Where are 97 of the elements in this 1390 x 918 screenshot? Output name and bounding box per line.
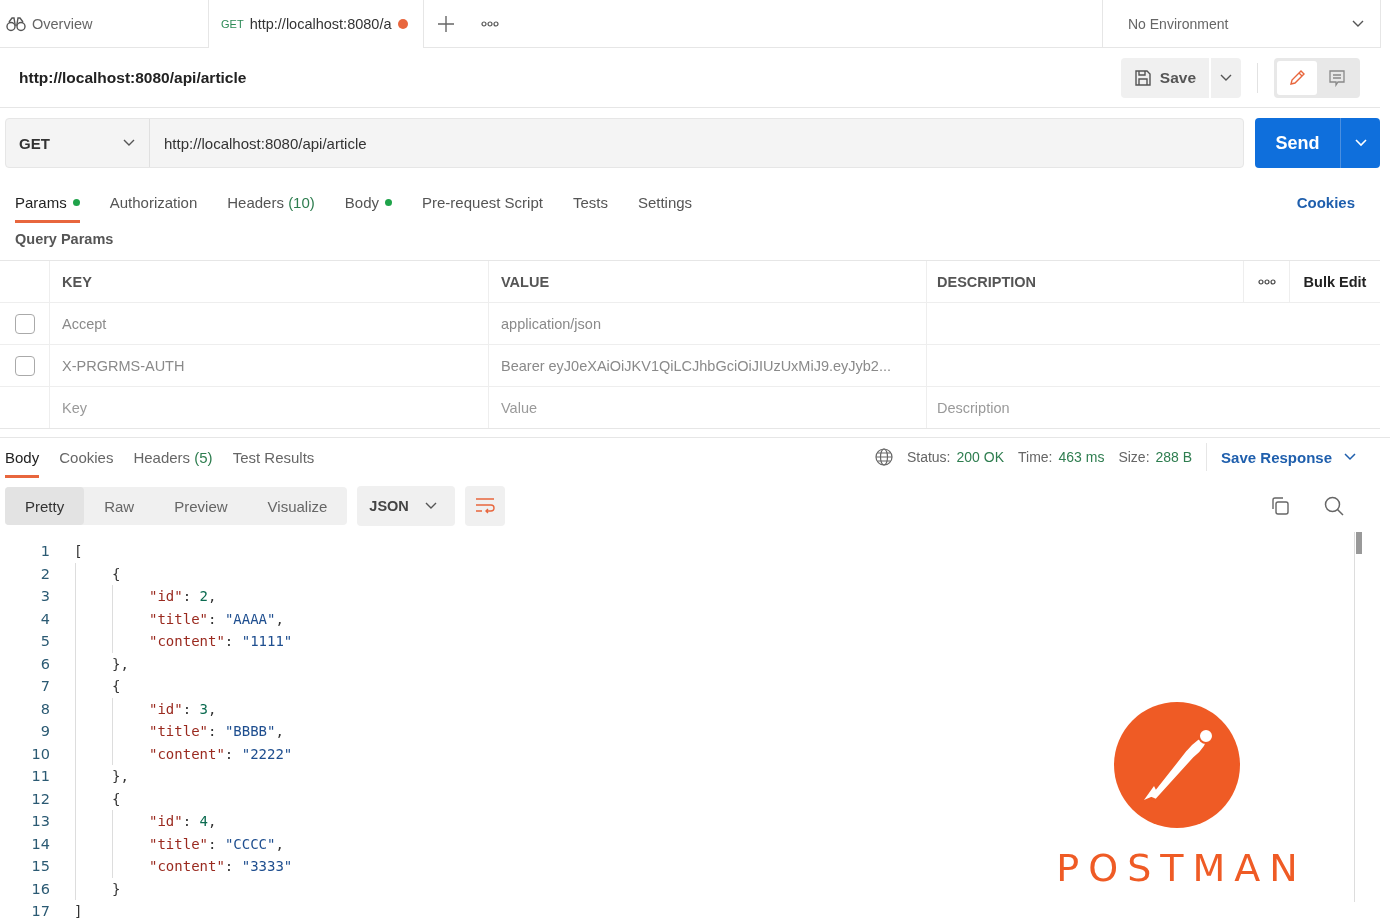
wrap-lines-button[interactable]: [464, 486, 505, 526]
format-select[interactable]: JSON: [357, 486, 455, 526]
view-mode-tab[interactable]: Visualize: [247, 487, 348, 525]
search-icon[interactable]: [1324, 496, 1344, 516]
cookies-link[interactable]: Cookies: [1296, 193, 1355, 211]
comment-icon: [1328, 68, 1346, 87]
save-options-button[interactable]: [1211, 57, 1241, 98]
line-number: 5: [39, 633, 51, 650]
table-cell: application/json: [489, 303, 927, 344]
chevron-down-icon: [1352, 19, 1364, 28]
code-line: },: [112, 768, 129, 785]
line-number: 2: [39, 565, 51, 582]
unsaved-dot: [397, 19, 408, 29]
line-number: 8: [39, 700, 51, 717]
code-line: "title": "AAAA",: [149, 610, 284, 627]
binoculars-icon: [6, 15, 26, 32]
request-tab[interactable]: GET http://localhost:8080/a: [208, 0, 424, 48]
line-number: 15: [30, 858, 51, 875]
environment-select[interactable]: No Environment: [1102, 0, 1380, 47]
code-line: },: [112, 655, 129, 672]
code-line: "id": 3,: [149, 700, 217, 717]
stat-label: Status:: [906, 449, 951, 465]
scrollbar[interactable]: [1354, 532, 1362, 902]
request-section-tab[interactable]: Headers (10): [227, 184, 315, 223]
line-number: 14: [30, 835, 51, 852]
code-line: {: [112, 678, 121, 695]
code-line: {: [112, 565, 121, 582]
line-number: 16: [30, 880, 51, 897]
save-button[interactable]: Save: [1120, 57, 1209, 98]
pencil-icon: [1288, 68, 1306, 87]
request-section-tab[interactable]: Tests: [572, 184, 608, 223]
request-title: http://localhost:8080/api/article: [19, 68, 248, 87]
column-header: DESCRIPTION: [927, 261, 1244, 302]
stat-value: 200 OK: [956, 449, 1004, 465]
code-line: "id": 4,: [149, 813, 217, 830]
line-number: 11: [30, 768, 51, 785]
more-icon[interactable]: [481, 19, 499, 28]
line-number: 17: [30, 903, 51, 918]
globe-icon: [874, 448, 893, 466]
chevron-down-icon: [424, 502, 437, 510]
request-section-tab[interactable]: Authorization: [109, 184, 198, 223]
line-number: 13: [30, 813, 51, 830]
view-mode-tab[interactable]: Preview: [154, 487, 248, 525]
code-line: "title": "CCCC",: [149, 835, 284, 852]
checkbox[interactable]: [14, 313, 35, 334]
line-number: 3: [39, 588, 51, 605]
stat-value: 463 ms: [1058, 449, 1105, 465]
column-header: VALUE: [489, 261, 927, 302]
line-number: 12: [30, 790, 51, 807]
send-button[interactable]: Send: [1255, 118, 1340, 168]
request-section-tab[interactable]: Pre-request Script: [422, 184, 543, 223]
response-tab[interactable]: Headers (5): [133, 440, 213, 478]
view-mode-tab[interactable]: Pretty: [5, 487, 85, 525]
line-number: 4: [39, 610, 51, 627]
column-header: KEY: [50, 261, 489, 302]
line-number: 7: [39, 678, 51, 695]
code-line: [: [74, 543, 83, 560]
line-number: 10: [30, 745, 51, 762]
more-icon[interactable]: [1257, 277, 1276, 286]
wrap-lines-icon: [474, 497, 495, 515]
code-line: ]: [74, 903, 83, 918]
line-number: 6: [39, 655, 51, 672]
save-response-button[interactable]: Save Response: [1221, 448, 1356, 466]
response-tab[interactable]: Test Results: [232, 440, 315, 478]
section-title: Query Params: [14, 230, 115, 249]
stat-label: Size:: [1118, 449, 1150, 465]
copy-icon[interactable]: [1270, 496, 1290, 516]
edit-button[interactable]: [1277, 60, 1317, 95]
table-cell: X-PRGRMS-AUTH: [50, 345, 489, 386]
stat-value: 288 B: [1155, 449, 1193, 465]
request-section-tab[interactable]: Body: [344, 184, 392, 223]
bulk-edit-button[interactable]: Bulk Edit: [1303, 273, 1367, 290]
request-section-tab[interactable]: Params: [15, 184, 80, 223]
send-options-button[interactable]: [1340, 118, 1380, 168]
chevron-down-icon: [1220, 73, 1232, 82]
chevron-down-icon: [1354, 139, 1367, 147]
chevron-down-icon: [1344, 453, 1356, 461]
stat-label: Time:: [1018, 449, 1053, 465]
code-line: "id": 2,: [149, 588, 217, 605]
response-tab[interactable]: Body: [5, 440, 40, 478]
code-line: "content": "1111": [149, 633, 293, 650]
checkbox[interactable]: [14, 355, 35, 376]
request-section-tab[interactable]: Settings: [637, 184, 693, 223]
rocket-logo-icon: [1114, 702, 1240, 828]
code-line: "title": "BBBB",: [149, 723, 284, 740]
plus-icon[interactable]: [437, 14, 455, 33]
response-tab[interactable]: Cookies: [59, 440, 114, 478]
code-line: }: [112, 880, 121, 897]
code-line: "content": "3333": [149, 858, 293, 875]
line-number: 1: [39, 543, 51, 560]
code-line: {: [112, 790, 121, 807]
code-line: "content": "2222": [149, 745, 293, 762]
line-number: 9: [39, 723, 51, 740]
logo-text: POSTMAN: [1056, 846, 1307, 890]
table-cell: Bearer eyJ0eXAiOiJKV1QiLCJhbGciOiJIUzUxMiJ9.eyJyb2...: [489, 345, 927, 386]
table-cell: Accept: [50, 303, 489, 344]
view-mode-tab[interactable]: Raw: [84, 487, 155, 525]
